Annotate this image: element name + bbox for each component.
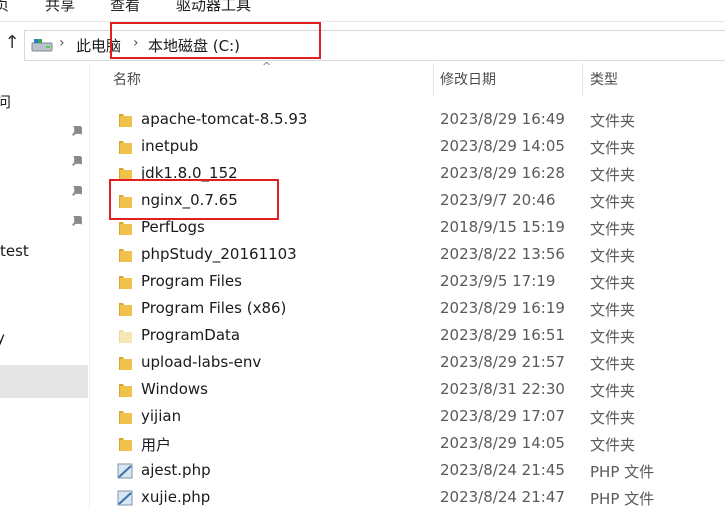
file-row[interactable]: Windows 2023/8/31 22:30 文件夹	[100, 377, 725, 404]
ribbon-tab-view[interactable]: 查看	[110, 0, 140, 15]
folder-icon	[119, 141, 132, 154]
nav-item-quick-access[interactable]: 问	[0, 91, 11, 112]
file-modified-date: 2023/8/31 22:30	[440, 380, 565, 398]
nav-item-selected[interactable]	[0, 365, 88, 398]
folder-icon	[119, 411, 132, 424]
annotation-box-path	[110, 22, 321, 59]
column-header-modified[interactable]: 修改日期	[440, 69, 496, 89]
file-row[interactable]: upload-labs-env 2023/8/29 21:57 文件夹	[100, 350, 725, 377]
file-name: apache-tomcat-8.5.93	[141, 110, 308, 128]
file-modified-date: 2023/8/29 16:19	[440, 299, 565, 317]
ribbon: 页 共享 查看 驱动器工具	[0, 0, 725, 22]
nav-item-test[interactable]: test	[0, 242, 29, 260]
file-type: 文件夹	[590, 193, 636, 211]
folder-icon	[119, 357, 132, 370]
address-row: ↑ › 此电脑 › 本地磁盘 (C:)	[0, 23, 725, 63]
file-row[interactable]: 用户 2023/8/29 14:05 文件夹	[100, 431, 725, 458]
file-name: Program Files (x86)	[141, 299, 287, 317]
file-name: upload-labs-env	[141, 353, 262, 371]
pane-divider[interactable]	[89, 63, 90, 510]
ribbon-tab-share[interactable]: 共享	[45, 0, 75, 15]
folder-icon	[119, 384, 132, 397]
annotation-box-nginx	[109, 179, 279, 220]
column-divider[interactable]	[433, 63, 434, 97]
file-name: 用户	[141, 436, 172, 454]
column-header-name[interactable]: 名称	[113, 69, 141, 89]
folder-icon	[119, 249, 132, 262]
file-modified-date: 2023/8/29 16:28	[440, 164, 565, 182]
up-arrow-icon[interactable]: ↑	[3, 33, 21, 53]
file-row[interactable]: ProgramData 2023/8/29 16:51 文件夹	[100, 323, 725, 350]
file-name: Program Files	[141, 272, 242, 290]
file-type: 文件夹	[590, 247, 636, 265]
column-header-type[interactable]: 类型	[590, 69, 618, 89]
file-type: 文件夹	[590, 436, 636, 454]
file-name: yijian	[141, 407, 182, 425]
file-modified-date: 2023/8/22 13:56	[440, 245, 565, 263]
file-type: 文件夹	[590, 220, 636, 238]
file-type: 文件夹	[590, 382, 636, 400]
pin-icon[interactable]	[70, 184, 84, 198]
ribbon-tab-page[interactable]: 页	[0, 0, 9, 15]
drive-icon	[31, 39, 53, 52]
file-type: 文件夹	[590, 328, 636, 346]
file-type: PHP 文件	[590, 463, 655, 481]
ribbon-tab-drive-tools[interactable]: 驱动器工具	[176, 0, 251, 15]
file-row[interactable]: yijian 2023/8/29 17:07 文件夹	[100, 404, 725, 431]
file-type: 文件夹	[590, 139, 636, 157]
file-row[interactable]: Program Files (x86) 2023/8/29 16:19 文件夹	[100, 296, 725, 323]
file-modified-date: 2023/8/29 17:07	[440, 407, 565, 425]
file-row[interactable]: xujie.php 2023/8/24 21:47 PHP 文件	[100, 485, 725, 512]
file-modified-date: 2023/8/29 14:05	[440, 434, 565, 452]
folder-icon	[119, 303, 132, 316]
pin-icon[interactable]	[70, 124, 84, 138]
file-type: 文件夹	[590, 355, 636, 373]
pin-icon[interactable]	[70, 214, 84, 228]
folder-icon	[119, 438, 132, 451]
file-type: 文件夹	[590, 274, 636, 292]
file-name: inetpub	[141, 137, 199, 155]
file-row[interactable]: inetpub 2023/8/29 14:05 文件夹	[100, 134, 725, 161]
file-modified-date: 2018/9/15 15:19	[440, 218, 565, 236]
file-type: 文件夹	[590, 166, 636, 184]
php-file-icon	[117, 490, 133, 506]
file-name: ProgramData	[141, 326, 241, 344]
column-divider[interactable]	[582, 63, 583, 97]
file-name: phpStudy_20161103	[141, 245, 297, 263]
file-type: PHP 文件	[590, 490, 655, 508]
file-row[interactable]: phpStudy_20161103 2023/8/22 13:56 文件夹	[100, 242, 725, 269]
file-modified-date: 2023/9/7 20:46	[440, 191, 556, 209]
file-row[interactable]: Program Files 2023/9/5 17:19 文件夹	[100, 269, 725, 296]
file-type: 文件夹	[590, 112, 636, 130]
file-name: PerfLogs	[141, 218, 205, 236]
breadcrumb-chevron-icon[interactable]: ›	[59, 35, 65, 51]
sort-ascending-icon: ^	[262, 60, 272, 73]
file-type: 文件夹	[590, 409, 636, 427]
folder-icon	[119, 276, 132, 289]
file-modified-date: 2023/8/29 14:05	[440, 137, 565, 155]
navigation-pane: 问 test y	[0, 63, 90, 510]
file-modified-date: 2023/8/24 21:47	[440, 488, 565, 506]
folder-icon	[119, 114, 132, 127]
file-row[interactable]: ajest.php 2023/8/24 21:45 PHP 文件	[100, 458, 725, 485]
file-name: xujie.php	[141, 488, 211, 506]
file-modified-date: 2023/9/5 17:19	[440, 272, 556, 290]
nav-item-y[interactable]: y	[0, 329, 5, 347]
pin-icon[interactable]	[70, 154, 84, 168]
folder-icon	[119, 222, 132, 235]
file-type: 文件夹	[590, 301, 636, 319]
file-modified-date: 2023/8/29 16:51	[440, 326, 565, 344]
php-file-icon	[117, 463, 133, 479]
ribbon-divider	[0, 21, 725, 22]
file-modified-date: 2023/8/24 21:45	[440, 461, 565, 479]
file-name: Windows	[141, 380, 208, 398]
file-modified-date: 2023/8/29 21:57	[440, 353, 565, 371]
file-modified-date: 2023/8/29 16:49	[440, 110, 565, 128]
file-name: ajest.php	[141, 461, 211, 479]
file-row[interactable]: apache-tomcat-8.5.93 2023/8/29 16:49 文件夹	[100, 107, 725, 134]
folder-icon	[119, 330, 132, 343]
